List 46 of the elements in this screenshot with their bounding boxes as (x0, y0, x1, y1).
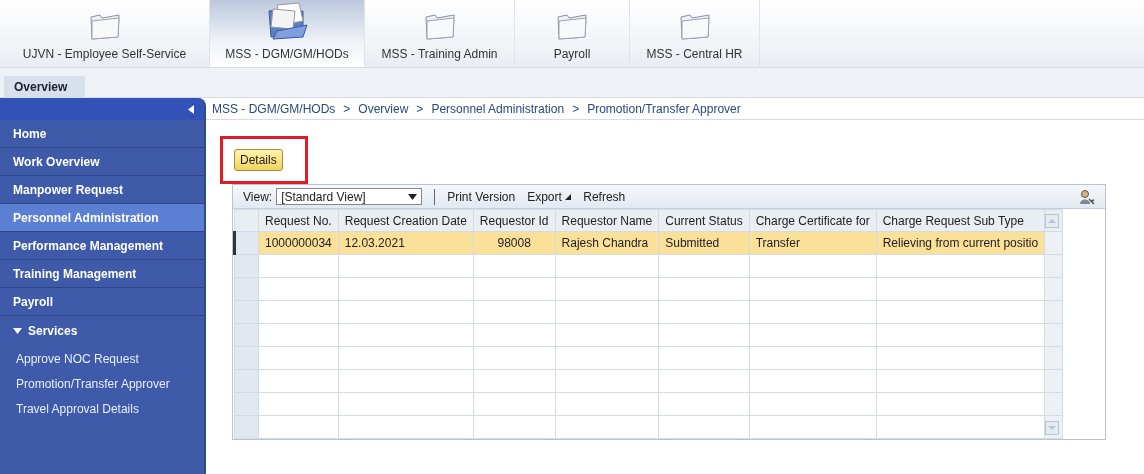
caret-icon (13, 328, 22, 334)
details-button[interactable]: Details (234, 149, 283, 171)
portal-tab[interactable]: MSS - DGM/GM/HODs (210, 0, 365, 67)
toolbar-button[interactable]: Print Version (447, 187, 516, 206)
portal-tab[interactable]: Payroll (515, 0, 630, 67)
view-label: View: (243, 188, 273, 206)
table-cell: Transfer (749, 231, 877, 255)
breadcrumb-separator: > (416, 100, 424, 118)
dropdown-arrow-icon (408, 193, 418, 200)
column-header: Request Creation Date (338, 209, 474, 232)
toolbar-button[interactable]: Refresh (583, 187, 626, 206)
service-link[interactable]: Travel Approval Details (0, 396, 204, 421)
toolbar-button[interactable]: Export (527, 187, 572, 206)
folder-icon (555, 11, 589, 41)
table-cell: 12.03.2021 (338, 231, 474, 255)
breadcrumb-link[interactable]: MSS - DGM/GM/HODs (212, 99, 336, 118)
breadcrumb-link[interactable]: Personnel Administration (431, 99, 565, 118)
folder-icon (677, 11, 712, 41)
scroll-down-icon[interactable] (1045, 420, 1060, 435)
folder-icon (422, 11, 457, 41)
breadcrumb-separator: > (572, 100, 580, 118)
column-header: Requestor Id (473, 209, 556, 232)
breadcrumb-link[interactable]: Promotion/Transfer Approver (587, 99, 741, 118)
person-settings-icon[interactable] (1079, 189, 1095, 206)
portal-tab[interactable]: MSS - Training Admin (365, 0, 515, 67)
service-link[interactable]: Approve NOC Request (0, 346, 204, 371)
service-link[interactable]: Promotion/Transfer Approver (0, 371, 204, 396)
view-dropdown[interactable]: [Standard View] (276, 188, 423, 205)
dropdown-triangle-icon[interactable] (565, 194, 572, 201)
column-header: Current Status (658, 209, 750, 232)
column-header: Charge Request Sub Type (876, 209, 1045, 232)
portal-tab[interactable]: MSS - Central HR (630, 0, 760, 67)
column-header: Charge Certificate for (749, 209, 877, 232)
scroll-up-icon[interactable] (1045, 214, 1060, 229)
portal-tab[interactable]: UJVN - Employee Self-Service (0, 0, 210, 67)
table-cell: Relieving from current positio (876, 231, 1045, 255)
folder-icon (87, 11, 122, 41)
breadcrumb-separator: > (343, 100, 351, 118)
services-header[interactable]: Services (0, 316, 204, 346)
column-header: Requestor Name (555, 209, 659, 232)
column-header: Request No. (258, 209, 339, 232)
sidebar-item[interactable]: Personnel Administration (0, 204, 204, 232)
row-selector[interactable] (234, 231, 259, 255)
collapse-icon[interactable] (188, 104, 194, 114)
overview-tab[interactable]: Overview (4, 76, 86, 98)
breadcrumb-link[interactable]: Overview (358, 99, 409, 118)
